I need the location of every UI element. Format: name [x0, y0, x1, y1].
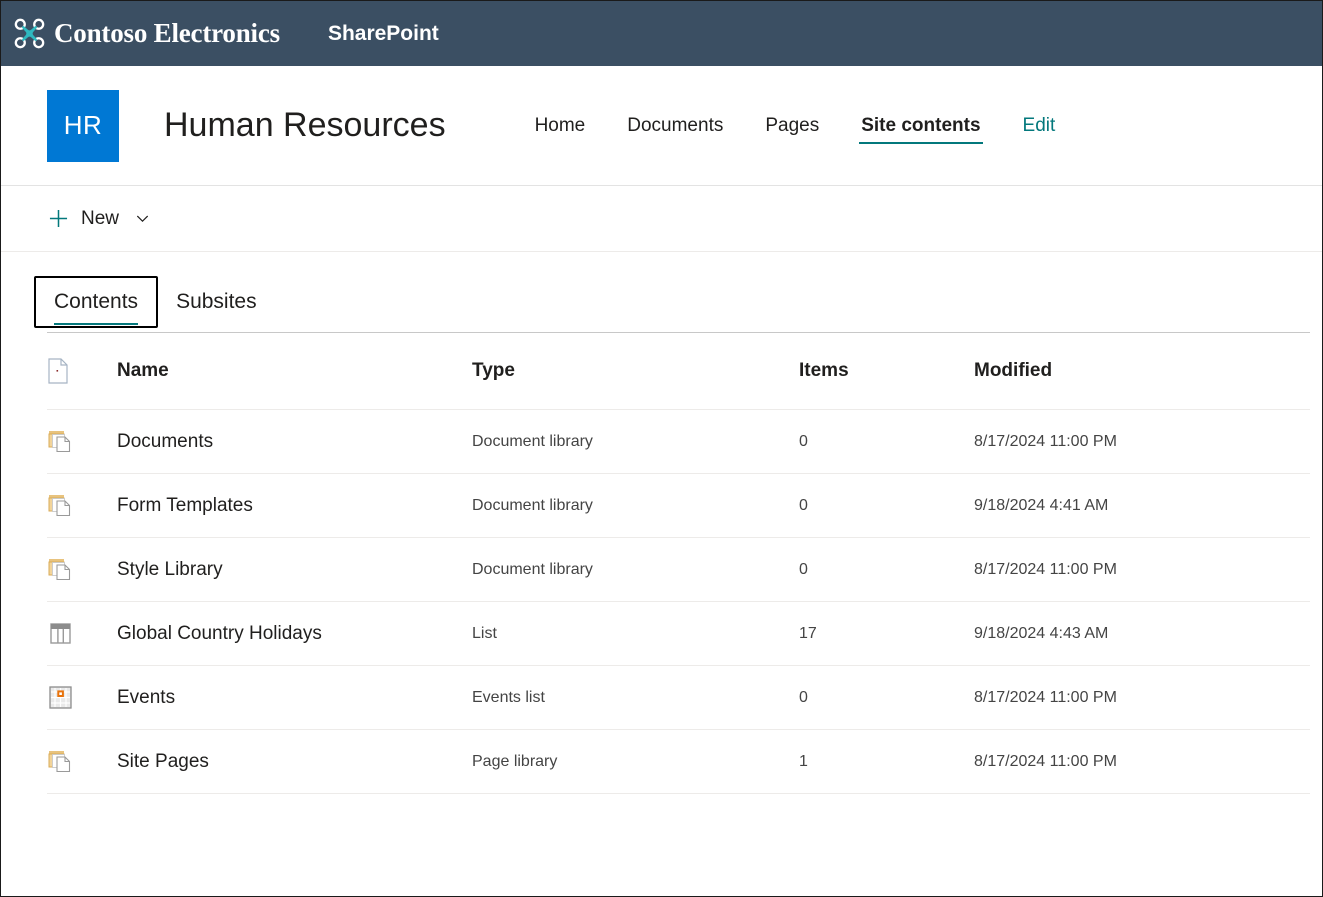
- column-header-items[interactable]: Items: [799, 333, 974, 410]
- nav-link-home[interactable]: Home: [514, 90, 607, 162]
- site-header: HR Human Resources Home Documents Pages …: [1, 66, 1322, 186]
- drone-icon: [14, 18, 45, 49]
- sharepoint-site-contents-page: Contoso Electronics SharePoint HR Human …: [0, 0, 1323, 897]
- row-modified: 9/18/2024 4:43 AM: [974, 602, 1310, 666]
- document-library-icon: [47, 556, 74, 583]
- table-row[interactable]: Form Templates Document library 0 9/18/2…: [47, 474, 1310, 538]
- row-modified: 8/17/2024 11:00 PM: [974, 538, 1310, 602]
- table-row[interactable]: Style Library Document library 0 8/17/20…: [47, 538, 1310, 602]
- row-modified: 8/17/2024 11:00 PM: [974, 410, 1310, 474]
- row-modified: 8/17/2024 11:00 PM: [974, 730, 1310, 794]
- row-icon-cell: [47, 474, 117, 538]
- document-library-icon: [47, 492, 74, 519]
- list-icon: [47, 620, 74, 647]
- nav-link-site-contents[interactable]: Site contents: [840, 90, 1001, 162]
- row-name[interactable]: Documents: [117, 410, 472, 474]
- command-bar: New: [1, 186, 1322, 252]
- row-name[interactable]: Form Templates: [117, 474, 472, 538]
- row-name[interactable]: Site Pages: [117, 730, 472, 794]
- suite-app-name[interactable]: SharePoint: [328, 22, 439, 46]
- row-name[interactable]: Style Library: [117, 538, 472, 602]
- table-row[interactable]: Documents Document library 0 8/17/2024 1…: [47, 410, 1310, 474]
- tab-contents[interactable]: Contents: [34, 276, 158, 328]
- row-name[interactable]: Global Country Holidays: [117, 602, 472, 666]
- site-contents-table: Name Type Items Modified: [47, 333, 1310, 794]
- table-row[interactable]: Global Country Holidays List 17 9/18/202…: [47, 602, 1310, 666]
- tab-subsites[interactable]: Subsites: [158, 278, 275, 326]
- document-library-icon: [47, 428, 74, 455]
- site-contents-table-container: Name Type Items Modified: [1, 333, 1322, 794]
- nav-link-pages[interactable]: Pages: [744, 90, 840, 162]
- column-header-modified[interactable]: Modified: [974, 333, 1310, 410]
- row-modified: 8/17/2024 11:00 PM: [974, 666, 1310, 730]
- row-type: Events list: [472, 666, 799, 730]
- row-type: List: [472, 602, 799, 666]
- row-items: 0: [799, 474, 974, 538]
- document-icon: [47, 358, 69, 384]
- events-calendar-icon: [47, 684, 74, 711]
- row-icon-cell: [47, 410, 117, 474]
- column-header-name[interactable]: Name: [117, 333, 472, 410]
- brand-link[interactable]: Contoso Electronics: [14, 18, 280, 49]
- table-header-row: Name Type Items Modified: [47, 333, 1310, 410]
- row-items: 0: [799, 666, 974, 730]
- row-type: Document library: [472, 410, 799, 474]
- table-row[interactable]: Events Events list 0 8/17/2024 11:00 PM: [47, 666, 1310, 730]
- suite-bar: Contoso Electronics SharePoint: [1, 1, 1322, 66]
- page-title: Human Resources: [164, 106, 446, 145]
- pivot-tabs: Contents Subsites: [1, 272, 1322, 332]
- plus-icon: [49, 209, 68, 228]
- chevron-down-icon: [136, 212, 149, 225]
- nav-link-documents[interactable]: Documents: [606, 90, 744, 162]
- row-items: 0: [799, 410, 974, 474]
- table-row[interactable]: Site Pages Page library 1 8/17/2024 11:0…: [47, 730, 1310, 794]
- table-body: Documents Document library 0 8/17/2024 1…: [47, 410, 1310, 794]
- new-button-label: New: [81, 208, 119, 230]
- column-header-type[interactable]: Type: [472, 333, 799, 410]
- site-logo[interactable]: HR: [47, 90, 119, 162]
- row-icon-cell: [47, 666, 117, 730]
- column-header-icon[interactable]: [47, 333, 117, 410]
- row-icon-cell: [47, 602, 117, 666]
- row-type: Document library: [472, 538, 799, 602]
- table-header: Name Type Items Modified: [47, 333, 1310, 410]
- row-type: Page library: [472, 730, 799, 794]
- row-type: Document library: [472, 474, 799, 538]
- row-items: 0: [799, 538, 974, 602]
- document-library-icon: [47, 748, 74, 775]
- row-modified: 9/18/2024 4:41 AM: [974, 474, 1310, 538]
- row-items: 17: [799, 602, 974, 666]
- nav-link-edit[interactable]: Edit: [1002, 90, 1077, 162]
- new-button[interactable]: New: [45, 202, 153, 236]
- brand-name: Contoso Electronics: [54, 18, 280, 49]
- row-icon-cell: [47, 730, 117, 794]
- site-navigation: Home Documents Pages Site contents Edit: [514, 90, 1077, 162]
- row-items: 1: [799, 730, 974, 794]
- row-name[interactable]: Events: [117, 666, 472, 730]
- row-icon-cell: [47, 538, 117, 602]
